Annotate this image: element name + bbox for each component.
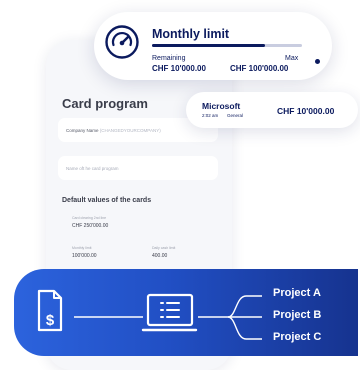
invoice-dollar-icon: $ (37, 289, 63, 332)
flow-diagram: $ (37, 289, 262, 340)
laptop-list-icon (141, 293, 198, 332)
svg-text:$: $ (46, 312, 55, 329)
branch-connector (198, 295, 262, 340)
project-a-label: Project A (273, 287, 321, 299)
project-b-label: Project B (273, 309, 322, 321)
project-c-label: Project C (273, 331, 322, 343)
